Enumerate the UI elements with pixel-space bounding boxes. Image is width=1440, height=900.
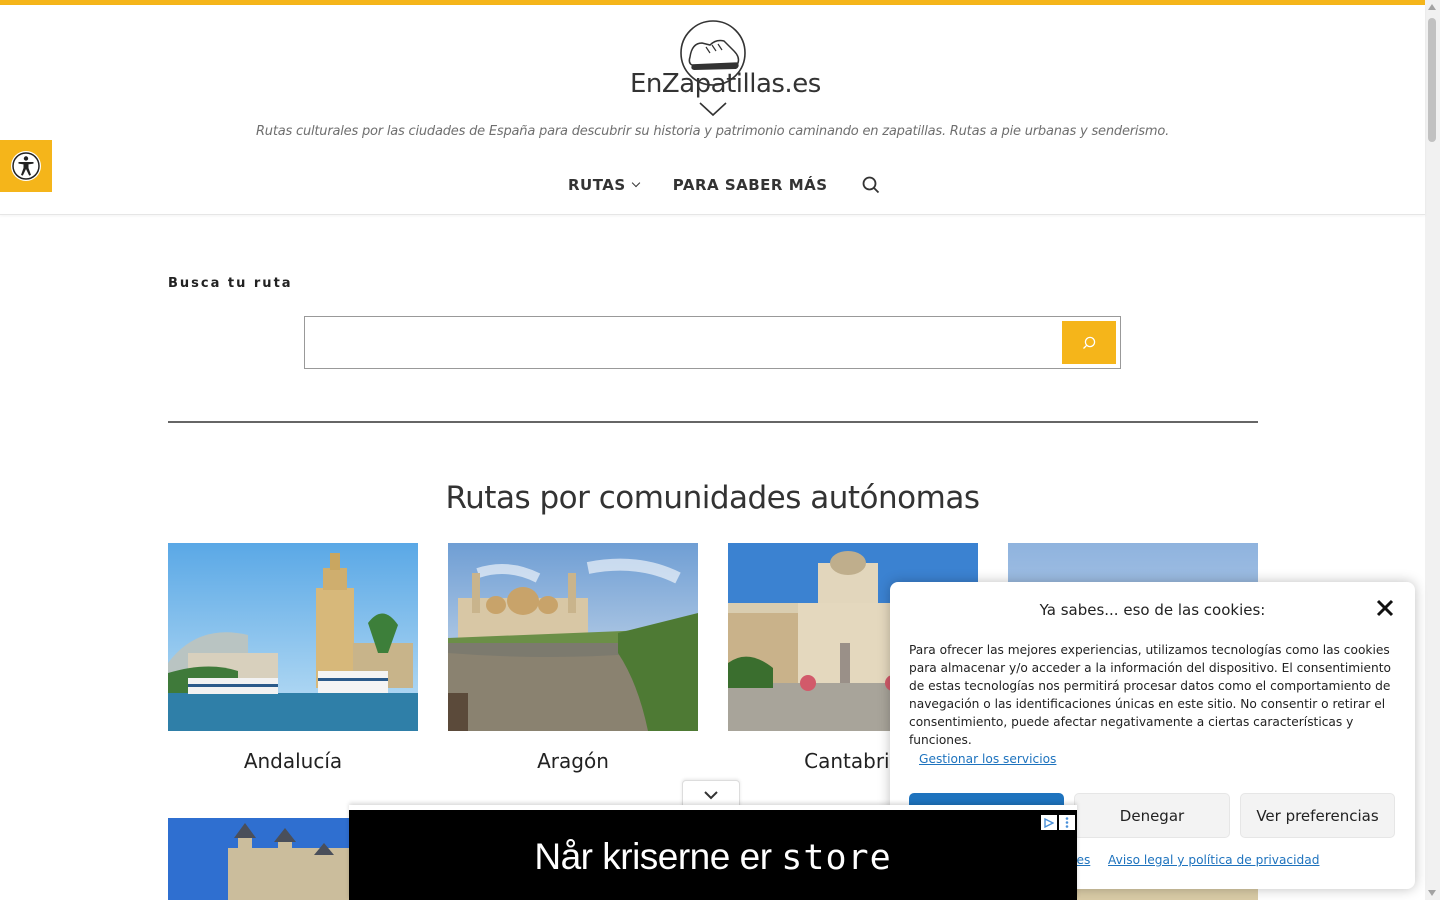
ad-creative[interactable]: Når kriserne er store — [349, 810, 1077, 900]
region-card-aragon[interactable]: Aragón — [448, 543, 698, 773]
route-search-form — [304, 316, 1121, 369]
route-search-input[interactable] — [305, 317, 1060, 368]
ad-text: Når kriserne er store — [349, 836, 1077, 878]
region-image-andalucia[interactable] — [168, 543, 418, 731]
nav-item-para-saber-mas[interactable]: PARA SABER MÁS — [673, 176, 828, 194]
chevron-down-icon — [631, 178, 640, 188]
search-heading: Busca tu ruta — [168, 276, 293, 291]
section-title: Rutas por comunidades autónomas — [445, 480, 980, 516]
accessibility-button[interactable] — [0, 140, 52, 192]
main-nav: RUTAS PARA SABER MÁS — [568, 175, 880, 195]
manage-services-link[interactable]: Gestionar los servicios — [919, 752, 1056, 766]
nav-item-label: RUTAS — [568, 176, 626, 194]
adchoices-icon[interactable] — [1041, 815, 1057, 830]
region-image-aragon[interactable] — [448, 543, 698, 731]
region-label[interactable]: Aragón — [448, 749, 698, 773]
page-scrollbar[interactable] — [1425, 0, 1440, 900]
scroll-down-arrow[interactable] — [1428, 890, 1436, 896]
search-icon — [1083, 336, 1096, 349]
chevron-down-icon — [704, 790, 718, 799]
accessibility-icon — [11, 151, 41, 181]
deny-button[interactable]: Denegar — [1074, 793, 1230, 838]
route-search-button[interactable] — [1062, 321, 1116, 364]
search-icon — [862, 176, 879, 194]
close-icon[interactable] — [1376, 599, 1394, 617]
nav-item-label: PARA SABER MÁS — [672, 176, 828, 194]
legal-privacy-link[interactable]: Aviso legal y política de privacidad — [1108, 853, 1319, 867]
nav-search-button[interactable] — [862, 176, 880, 194]
ad-menu-icon[interactable] — [1059, 815, 1075, 830]
cookie-text: Para ofrecer las mejores experiencias, u… — [909, 643, 1391, 747]
ad-text-prefix: Når kriserne er — [534, 836, 782, 877]
ad-collapse-button[interactable] — [682, 780, 740, 808]
ad-choices[interactable] — [1041, 815, 1075, 830]
region-card-andalucia[interactable]: Andalucía — [168, 543, 418, 773]
site-logo[interactable] — [630, 17, 796, 117]
nav-item-rutas[interactable]: RUTAS — [568, 176, 640, 194]
view-preferences-button[interactable]: Ver preferencias — [1240, 793, 1395, 838]
site-header: EnZapatillas.es Rutas culturales por las… — [0, 5, 1425, 215]
ad-text-mono: store — [781, 838, 892, 878]
scrollbar-thumb[interactable] — [1428, 18, 1436, 142]
sticky-ad-banner[interactable]: Når kriserne er store — [349, 805, 1077, 900]
site-tagline: Rutas culturales por las ciudades de Esp… — [255, 124, 1170, 139]
section-divider — [168, 421, 1258, 423]
scroll-up-arrow[interactable] — [1428, 4, 1436, 10]
region-label[interactable]: Andalucía — [168, 749, 418, 773]
site-logo-text[interactable]: EnZapatillas.es — [630, 69, 821, 99]
cookie-title: Ya sabes... eso de las cookies: — [1039, 601, 1266, 619]
